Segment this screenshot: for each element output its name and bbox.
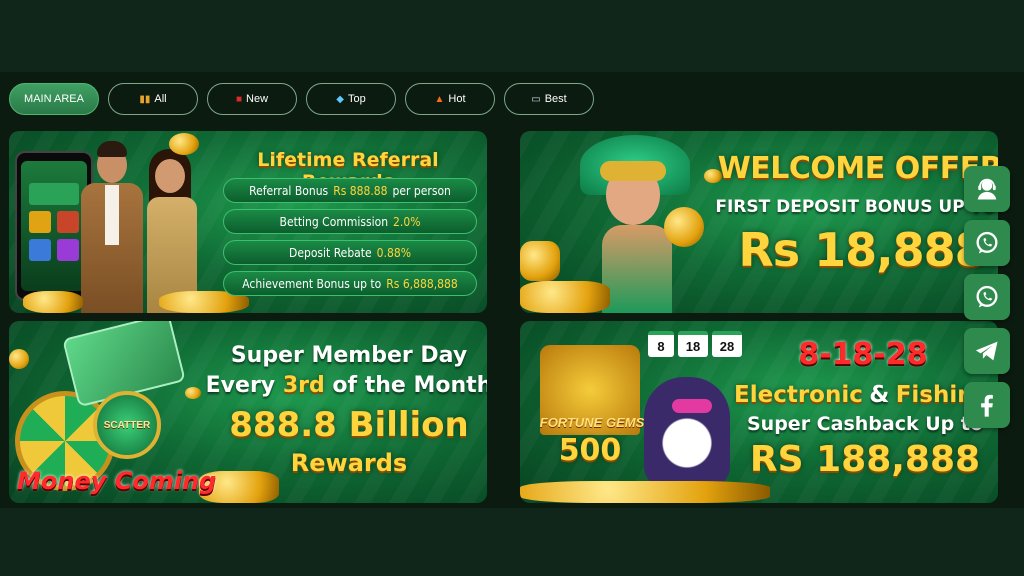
tab-label: Best — [544, 93, 567, 105]
tab-label: New — [246, 93, 269, 105]
whatsapp-icon — [976, 231, 998, 254]
member-day-title: Super Member Day — [230, 343, 468, 368]
people-image — [67, 141, 207, 313]
subtitle-highlight: 3rd — [282, 373, 325, 398]
member-day-amount: 888.8 Billion — [229, 405, 469, 445]
cashback-category: Electronic & Fishing — [734, 381, 998, 408]
fortune-gems-logo: FORTUNE GEMS — [539, 415, 645, 430]
telegram-icon — [975, 341, 998, 361]
referral-row-2: Betting Commission 2.0% — [223, 209, 477, 234]
referral-row-suffix: per person — [392, 183, 451, 198]
referral-row-value: Rs 6,888,888 — [386, 276, 458, 291]
subtitle-pre: Every — [205, 373, 276, 398]
date-tile: 8 — [648, 331, 674, 357]
tab-new[interactable]: ■ New — [207, 83, 297, 115]
referral-row-4: Achievement Bonus up to Rs 6,888,888 — [223, 271, 477, 296]
telegram-button[interactable] — [964, 328, 1010, 374]
facebook-icon — [981, 394, 993, 417]
cashback-amount: RS 188,888 — [749, 439, 981, 480]
cashback-dates: 8-18-28 — [798, 337, 928, 372]
diamond-icon: ◆ — [336, 93, 344, 105]
tab-main-area[interactable]: MAIN AREA — [9, 83, 99, 115]
fortune-gems-number: 500 — [558, 433, 622, 468]
cashback-subtitle: Super Cashback Up to — [747, 413, 983, 435]
fire-icon: ▲ — [434, 93, 445, 105]
grid-icon: ▮▮ — [139, 93, 151, 105]
referral-row-label: Betting Commission — [279, 214, 389, 229]
referral-row-value: 2.0% — [393, 214, 421, 229]
referral-row-label: Deposit Rebate — [289, 245, 372, 260]
penguin-image — [644, 377, 730, 487]
tab-label: MAIN AREA — [24, 93, 84, 105]
tab-all[interactable]: ▮▮ All — [108, 83, 198, 115]
tab-best[interactable]: ▭ Best — [504, 83, 594, 115]
whatsapp-button-1[interactable] — [964, 220, 1010, 266]
tab-hot[interactable]: ▲ Hot — [405, 83, 495, 115]
banner-cashback[interactable]: 8 18 28 FORTUNE GEMS 500 8-18-28 Electro… — [520, 321, 998, 503]
referral-row-1: Referral Bonus Rs 888.88 per person — [223, 178, 477, 203]
top-band — [0, 0, 1024, 72]
support-button[interactable] — [964, 166, 1010, 212]
date-tile: 18 — [678, 331, 708, 357]
category-a: Electronic — [734, 382, 863, 408]
tab-top[interactable]: ◆ Top — [306, 83, 396, 115]
member-day-subtitle: Every 3rd of the Month — [199, 373, 487, 398]
referral-row-label: Achievement Bonus up to — [242, 276, 382, 291]
new-icon: ■ — [235, 93, 243, 105]
tab-label: Hot — [448, 93, 466, 105]
welcome-subtitle: FIRST DEPOSIT BONUS UP TO — [715, 197, 997, 217]
support-agent-icon — [977, 178, 997, 200]
tab-label: Top — [347, 93, 366, 105]
tv-icon: ▭ — [531, 93, 541, 105]
subtitle-post: of the Month — [332, 373, 487, 398]
category-amp: & — [869, 382, 890, 408]
money-coming-logo: Money Coming — [17, 467, 217, 495]
facebook-button[interactable] — [964, 382, 1010, 428]
banner-member-day[interactable]: SCATTER Money Coming Super Member Day Ev… — [9, 321, 487, 503]
referral-row-label: Referral Bonus — [249, 183, 329, 198]
bottom-band — [0, 508, 1024, 576]
welcome-title: WELCOME OFFER — [717, 151, 998, 186]
welcome-amount: Rs 18,888 — [738, 223, 986, 277]
scatter-badge: SCATTER — [93, 391, 161, 459]
whatsapp-icon — [976, 285, 998, 308]
referral-row-value: Rs 888.88 — [333, 183, 388, 198]
member-day-rewards: Rewards — [290, 449, 408, 477]
whatsapp-button-2[interactable] — [964, 274, 1010, 320]
banner-welcome-offer[interactable]: WELCOME OFFER FIRST DEPOSIT BONUS UP TO … — [520, 131, 998, 313]
banner-referral[interactable]: Lifetime Referral Rewards Referral Bonus… — [9, 131, 487, 313]
referral-row-value: 0.88% — [376, 245, 411, 260]
referral-row-3: Deposit Rebate 0.88% — [223, 240, 477, 265]
tab-label: All — [154, 93, 167, 105]
scatter-label: SCATTER — [103, 419, 151, 431]
